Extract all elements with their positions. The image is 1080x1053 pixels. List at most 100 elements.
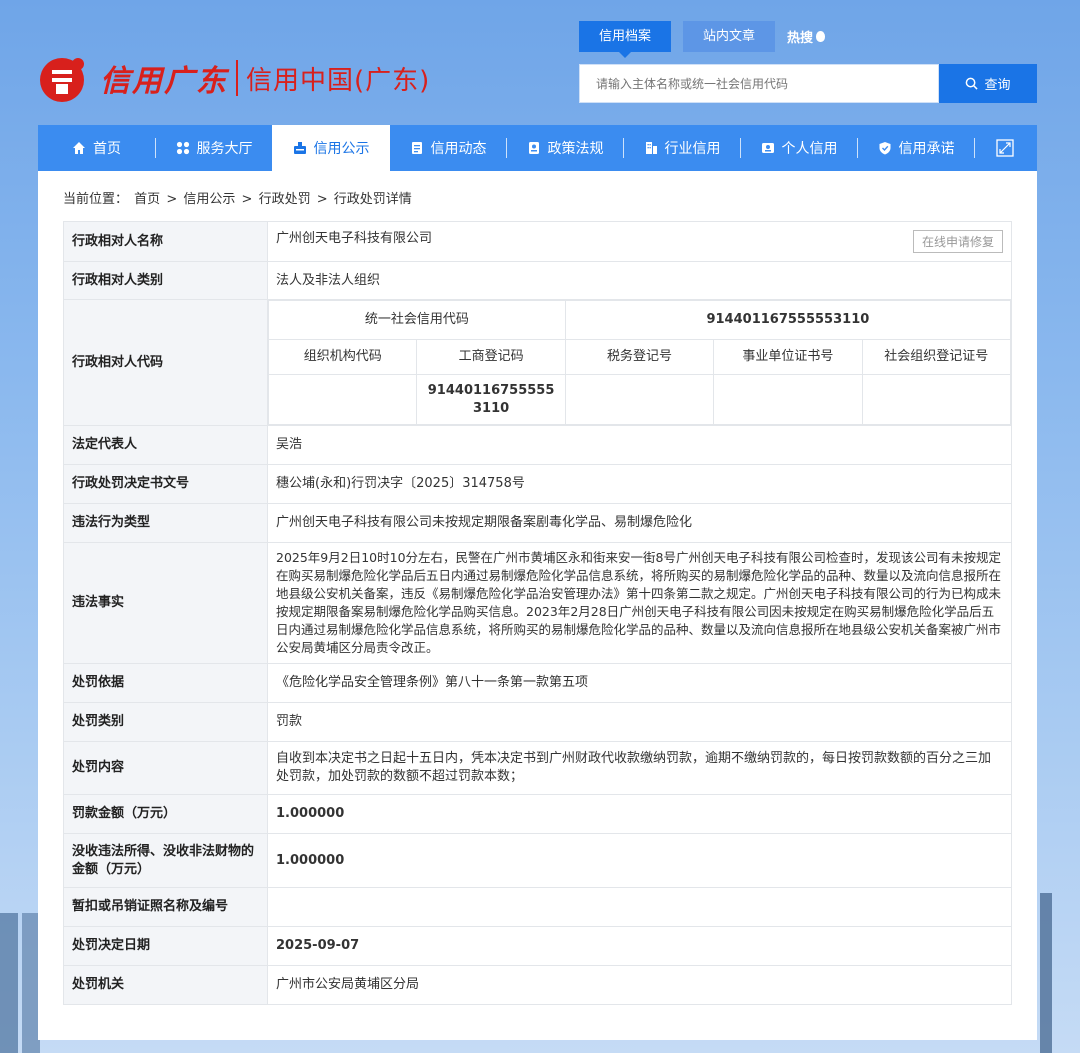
- search-input[interactable]: [579, 64, 939, 103]
- breadcrumb-item-penalty[interactable]: 行政处罚: [259, 192, 311, 207]
- row-label: 处罚内容: [63, 741, 268, 795]
- sub-header: 组织机构代码: [267, 339, 418, 375]
- badge-icon: [293, 142, 306, 154]
- institution-cert-value: [713, 374, 863, 425]
- table-row: 行政相对人名称 广州创天电子科技有限公司 在线申请修复: [63, 221, 1012, 262]
- table-row: 处罚机关 广州市公安局黄埔区分局: [63, 965, 1012, 1005]
- confiscate-value: 1.000000: [267, 833, 1012, 888]
- document-icon: [411, 142, 422, 154]
- table-row: 没收违法所得、没收非法财物的金额（万元） 1.000000: [63, 833, 1012, 888]
- authority-value: 广州市公安局黄埔区分局: [267, 965, 1012, 1005]
- breadcrumb-prefix: 当前位置：: [63, 192, 129, 207]
- breadcrumb-separator: >: [241, 192, 253, 207]
- penalty-detail-table: 行政相对人名称 广州创天电子科技有限公司 在线申请修复 行政相对人类别 法人及非…: [63, 221, 1012, 1005]
- table-row: 暂扣或吊销证照名称及编号: [63, 887, 1012, 927]
- fine-value: 1.000000: [267, 794, 1012, 834]
- doc-number-value: 穗公埔(永和)行罚决字〔2025〕314758号: [267, 464, 1012, 504]
- table-row: 处罚类别 罚款: [63, 702, 1012, 742]
- row-label: 没收违法所得、没收非法财物的金额（万元）: [63, 833, 268, 888]
- nav-item-home[interactable]: 首页: [38, 125, 155, 171]
- row-label: 行政相对人代码: [63, 299, 268, 426]
- row-label: 行政相对人名称: [63, 221, 268, 262]
- content-value: 自收到本决定书之日起十五日内，凭本决定书到广州财政代收款缴纳罚款，逾期不缴纳罚款…: [267, 741, 1012, 795]
- search-button[interactable]: 查询: [939, 64, 1037, 103]
- uscc-label: 统一社会信用代码: [268, 300, 566, 340]
- hot-search-link[interactable]: 热搜: [787, 27, 826, 46]
- legal-rep-value: 吴浩: [267, 425, 1012, 465]
- nav-item-credit-public[interactable]: 信用公示: [272, 125, 390, 171]
- logo-title-primary: 信用广东: [100, 64, 228, 99]
- sub-header: 税务登记号: [564, 339, 715, 375]
- row-label: 行政处罚决定书文号: [63, 464, 268, 504]
- nav-label: 首页: [93, 141, 121, 157]
- building-icon: [645, 142, 657, 154]
- table-row: 罚款金额（万元） 1.000000: [63, 794, 1012, 834]
- logo-title-secondary: 信用中国(广东): [246, 65, 431, 96]
- tax-reg-value: [564, 374, 715, 425]
- license-value: [267, 887, 1012, 927]
- org-code-value: [267, 374, 418, 425]
- sub-header: 社会组织登记证号: [861, 339, 1012, 375]
- nav-label: 行业信用: [664, 141, 721, 157]
- breadcrumb-item-current: 行政处罚详情: [333, 192, 412, 207]
- nav-label: 信用承诺: [898, 141, 955, 157]
- table-row: 行政相对人类别 法人及非法人组织: [63, 261, 1012, 300]
- nav-item-personal[interactable]: 个人信用: [741, 125, 857, 171]
- row-label: 违法事实: [63, 542, 268, 664]
- shield-icon: [879, 142, 890, 155]
- row-label: 处罚机关: [63, 965, 268, 1005]
- search-tabs: 信用档案 站内文章 热搜: [579, 21, 826, 58]
- nav-item-policy[interactable]: 政策法规: [507, 125, 623, 171]
- search-box: 查询: [579, 64, 1037, 103]
- table-row: 法定代表人 吴浩: [63, 425, 1012, 465]
- home-icon: [73, 142, 85, 154]
- main-nav: 首页 服务大厅 信用公示 信用动态 政策法规 行业信用 个人信用 信用承诺: [38, 125, 1037, 171]
- row-label: 违法行为类型: [63, 503, 268, 543]
- table-row: 行政相对人代码 统一社会信用代码 914401167555553110 组织机构…: [63, 299, 1012, 426]
- violation-type-value: 广州创天电子科技有限公司未按规定期限备案剧毒化学品、易制爆危险化: [267, 503, 1012, 543]
- table-row: 处罚内容 自收到本决定书之日起十五日内，凭本决定书到广州财政代收款缴纳罚款，逾期…: [63, 741, 1012, 795]
- expand-icon: [996, 139, 1014, 157]
- nav-item-credit-news[interactable]: 信用动态: [390, 125, 506, 171]
- search-icon: [966, 77, 979, 90]
- table-row: 违法事实 2025年9月2日10时10分左右，民警在广州市黄埔区永和街来安一街8…: [63, 542, 1012, 664]
- content-card: 当前位置： 首页 > 信用公示 > 行政处罚 > 行政处罚详情 行政相对人名称 …: [38, 171, 1037, 1040]
- nav-item-industry[interactable]: 行业信用: [624, 125, 740, 171]
- law-icon: [528, 142, 539, 154]
- nav-fullscreen-button[interactable]: [975, 125, 1035, 171]
- id-card-icon: [761, 143, 774, 153]
- nav-item-commitment[interactable]: 信用承诺: [858, 125, 974, 171]
- breadcrumb-item-credit-public[interactable]: 信用公示: [183, 192, 235, 207]
- hot-search-label: 热搜: [787, 31, 814, 46]
- nav-label: 信用动态: [430, 141, 487, 157]
- social-org-value: [861, 374, 1012, 425]
- row-label: 处罚类别: [63, 702, 268, 742]
- flame-icon: [816, 31, 826, 42]
- table-row: 处罚决定日期 2025-09-07: [63, 926, 1012, 966]
- breadcrumb-item-home[interactable]: 首页: [134, 192, 160, 207]
- table-row: 处罚依据 《危险化学品安全管理条例》第八十一条第一款第五项: [63, 663, 1012, 703]
- logo-separator: [236, 60, 238, 96]
- nav-label: 政策法规: [547, 141, 604, 157]
- subject-name: 广州创天电子科技有限公司: [276, 231, 433, 246]
- nav-label: 个人信用: [781, 141, 838, 157]
- search-tab-credit-file[interactable]: 信用档案: [579, 21, 672, 58]
- basis-value: 《危险化学品安全管理条例》第八十一条第一款第五项: [267, 663, 1012, 703]
- nav-label: 服务大厅: [196, 141, 253, 157]
- search-tab-site-articles[interactable]: 站内文章: [683, 21, 776, 52]
- facts-value: 2025年9月2日10时10分左右，民警在广州市黄埔区永和街来安一街8号广州创天…: [267, 542, 1012, 664]
- site-logo[interactable]: 信用广东 信用中国(广东): [38, 48, 438, 108]
- nav-item-service-hall[interactable]: 服务大厅: [156, 125, 272, 171]
- table-row: 违法行为类型 广州创天电子科技有限公司未按规定期限备案剧毒化学品、易制爆危险化: [63, 503, 1012, 543]
- online-repair-button[interactable]: 在线申请修复: [912, 230, 1003, 253]
- breadcrumb-separator: >: [316, 192, 328, 207]
- code-subtable: 统一社会信用代码 914401167555553110 组织机构代码 工商登记码…: [267, 300, 1012, 425]
- row-label: 处罚决定日期: [63, 926, 268, 966]
- breadcrumb-separator: >: [166, 192, 178, 207]
- row-label: 罚款金额（万元）: [63, 794, 268, 834]
- row-label: 处罚依据: [63, 663, 268, 703]
- row-label: 行政相对人类别: [63, 261, 268, 300]
- row-label: 法定代表人: [63, 425, 268, 465]
- decision-date-value: 2025-09-07: [267, 926, 1012, 966]
- row-label: 暂扣或吊销证照名称及编号: [63, 887, 268, 927]
